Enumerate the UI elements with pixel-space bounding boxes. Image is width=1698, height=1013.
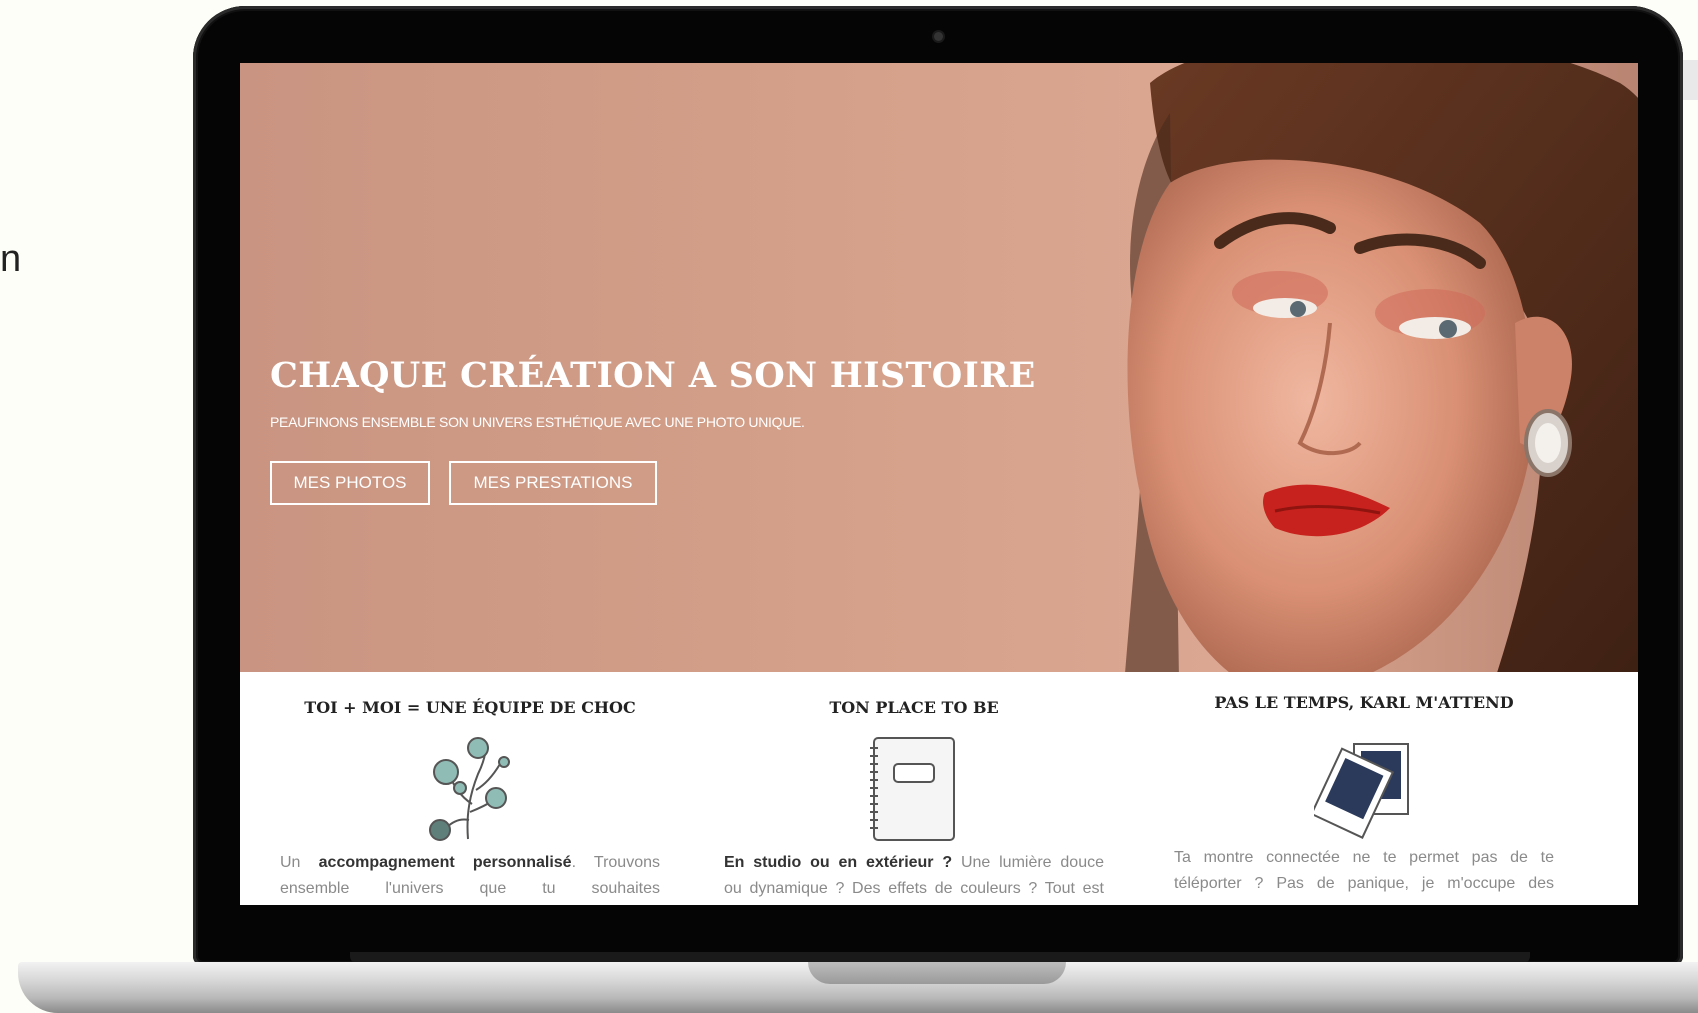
laptop-screen: CHAQUE CRÉATION A SON HISTOIRE PEAUFINON…: [240, 63, 1638, 905]
polaroid-photos-icon: [1314, 743, 1409, 839]
laptop-notch: [808, 962, 1066, 984]
features-section: TOI + MOI = UNE ÉQUIPE DE CHOC Un accomp…: [240, 672, 1638, 905]
feature-text: Ta montre connectée ne te permet pas de …: [1174, 849, 1554, 892]
feature-title: TON PLACE TO BE: [829, 698, 999, 717]
feature-title: PAS LE TEMPS, KARL M'ATTEND: [1214, 693, 1514, 712]
feature-title: TOI + MOI = UNE ÉQUIPE DE CHOC: [304, 698, 636, 717]
camera-icon: [934, 32, 943, 41]
portrait-image: [1125, 63, 1638, 672]
hero-banner: CHAQUE CRÉATION A SON HISTOIRE PEAUFINON…: [240, 63, 1638, 672]
hero-subtitle: PEAUFINONS ENSEMBLE SON UNIVERS ESTHÉTIQ…: [270, 414, 805, 430]
feature-text: Un accompagnement personnalisé. Trouvons…: [280, 854, 660, 897]
feature-text: En studio ou en extérieur ? Une lumière …: [724, 854, 1104, 897]
notebook-icon: [870, 737, 955, 841]
my-photos-button[interactable]: MES PHOTOS: [270, 461, 430, 505]
page: n CHAQUE CRÉATION A SON HISTOIRE PEAUFIN…: [0, 0, 1698, 1013]
my-services-button[interactable]: MES PRESTATIONS: [449, 461, 657, 505]
hero-title: CHAQUE CRÉATION A SON HISTOIRE: [270, 355, 1036, 396]
cropped-side-text: n: [0, 238, 22, 280]
eucalyptus-branch-icon: [429, 737, 510, 841]
